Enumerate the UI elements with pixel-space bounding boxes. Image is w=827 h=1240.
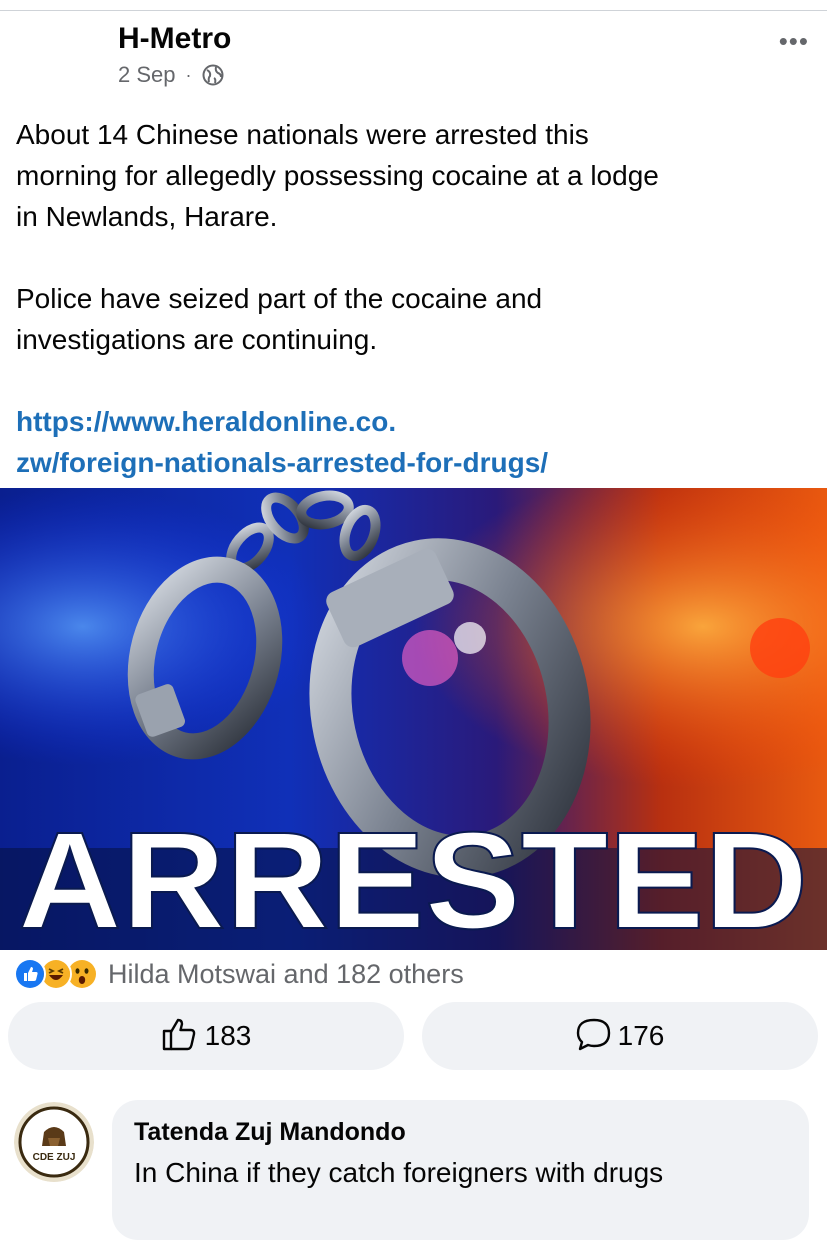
post-meta: 2 Sep · [118,62,224,88]
post-image[interactable]: ARRESTED [0,488,827,950]
avatar-text: CDE ZUJ [33,1152,76,1163]
reactions-summary[interactable]: Hilda Motswai and 182 others [14,958,464,990]
post-body: About 14 Chinese nationals were arrested… [16,114,806,483]
post-link[interactable]: https://www.heraldonline.co. zw/foreign-… [16,401,806,483]
post-text-line: morning for allegedly possessing cocaine… [16,160,659,191]
like-icon [14,958,46,990]
commenter-avatar[interactable]: CDE ZUJ [14,1102,94,1182]
post-link-line[interactable]: https://www.heraldonline.co. [16,406,396,437]
post-text-line: About 14 Chinese nationals were arrested… [16,119,589,150]
like-button[interactable]: 183 [8,1002,404,1070]
thumbs-up-icon [161,1016,199,1057]
post-text-line: Police have seized part of the cocaine a… [16,283,543,314]
post-text-line: investigations are continuing. [16,324,378,355]
globe-icon[interactable] [202,64,224,86]
post-date[interactable]: 2 Sep [118,62,176,88]
comment-count: 176 [617,1020,665,1051]
comment-icon [576,1017,612,1056]
meta-separator: · [185,64,192,85]
like-count: 183 [204,1020,252,1051]
image-caption: ARRESTED [18,804,808,950]
comment-author[interactable]: Tatenda Zuj Mandondo [134,1118,406,1147]
comment-bubble[interactable]: Tatenda Zuj Mandondo In China if they ca… [112,1100,809,1240]
reactions-text[interactable]: Hilda Motswai and 182 others [108,959,464,990]
post-author-name[interactable]: H-Metro [118,22,231,56]
more-options-button[interactable]: ••• [779,26,809,57]
comment-text: In China if they catch foreigners with d… [134,1157,664,1188]
top-divider [0,10,827,11]
comment-button[interactable]: 176 [422,1002,818,1070]
post-link-line[interactable]: zw/foreign-nationals-arrested-for-drugs/ [16,447,548,478]
post-text-line: in Newlands, Harare. [16,201,278,232]
